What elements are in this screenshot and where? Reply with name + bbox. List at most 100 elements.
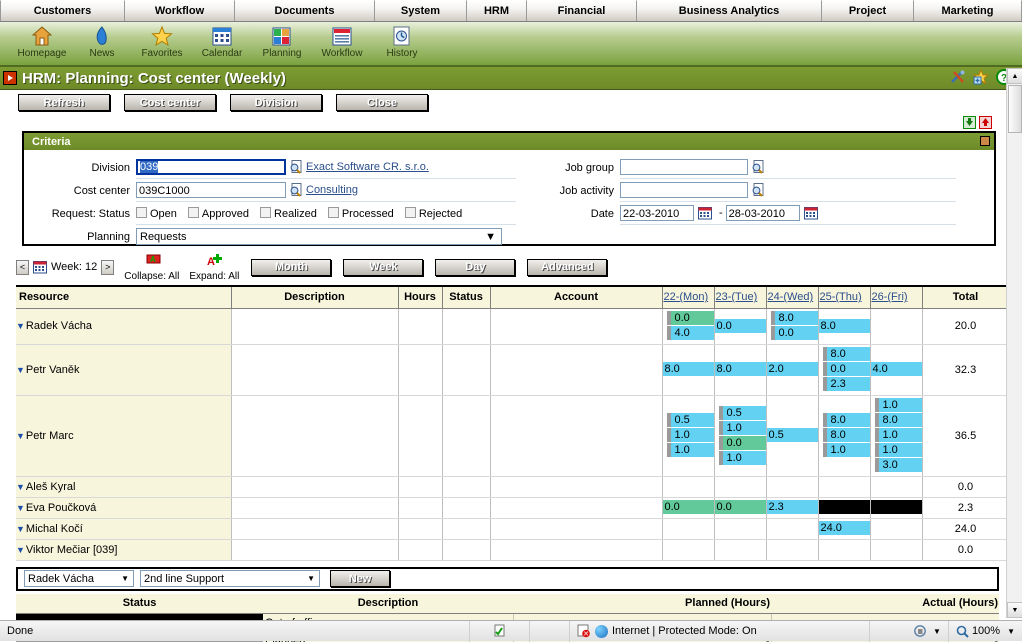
job-activity-lookup-icon[interactable]	[751, 183, 766, 197]
planning-bar[interactable]: 0.0	[663, 500, 714, 514]
expand-triangle-icon[interactable]: ▼	[16, 524, 25, 534]
shortcut-history[interactable]: History	[372, 24, 432, 59]
privacy-icon-cell[interactable]: ▼	[907, 621, 949, 642]
day-cell[interactable]: 8.0	[662, 344, 714, 395]
shortcut-workflow[interactable]: Workflow	[312, 24, 372, 59]
expand-triangle-icon[interactable]: ▼	[16, 431, 25, 441]
day-cell[interactable]	[662, 518, 714, 539]
prev-week-button[interactable]: <	[16, 260, 29, 275]
grid-col-26-fri[interactable]: 26-(Fri)	[870, 286, 922, 308]
cost-center-button[interactable]: Cost center	[124, 94, 216, 111]
collapse-all-button[interactable]: A Collapse: All	[124, 253, 179, 282]
day-cell[interactable]	[818, 476, 870, 497]
day-cell[interactable]: 0.0	[662, 497, 714, 518]
planning-bar[interactable]: 4.0	[871, 362, 922, 376]
shortcut-favorites[interactable]: Favorites	[132, 24, 192, 59]
export-up-icon[interactable]	[979, 116, 992, 129]
planning-bar[interactable]: 0.0	[719, 436, 766, 450]
export-down-icon[interactable]	[963, 116, 976, 129]
planning-bar[interactable]: 0.0	[715, 500, 766, 514]
activity-select[interactable]: 2nd line Support ▼	[140, 570, 320, 587]
day-cell[interactable]	[870, 308, 922, 344]
planning-select[interactable]: Requests ▼	[136, 228, 502, 245]
scroll-down-button[interactable]: ▼	[1007, 602, 1022, 618]
day-cell[interactable]	[662, 476, 714, 497]
status-checkbox-rejected[interactable]: Rejected	[405, 207, 462, 220]
day-cell[interactable]	[870, 476, 922, 497]
grid-col-24-wed[interactable]: 24-(Wed)	[766, 286, 818, 308]
checkbox-icon[interactable]	[188, 207, 199, 218]
tools-icon[interactable]	[950, 69, 966, 88]
day-cell[interactable]: 0.51.01.0	[662, 395, 714, 476]
planning-bar[interactable]: 8.0	[823, 413, 870, 427]
date-from-calendar-icon[interactable]	[698, 206, 712, 220]
menu-tab-hrm[interactable]: HRM	[467, 0, 527, 21]
expand-triangle-icon[interactable]: ▼	[16, 503, 25, 513]
shortcut-calendar[interactable]: Calendar	[192, 24, 252, 59]
planning-bar[interactable]: 0.0	[715, 319, 766, 333]
grid-col-22-mon[interactable]: 22-(Mon)	[662, 286, 714, 308]
planning-bar[interactable]: 1.0	[875, 443, 922, 457]
day-cell[interactable]	[766, 476, 818, 497]
day-cell[interactable]	[714, 476, 766, 497]
scrollbar-thumb[interactable]	[1008, 85, 1022, 133]
day-cell[interactable]: 0.0	[714, 497, 766, 518]
view-week-button[interactable]: Week	[343, 259, 423, 276]
menu-tab-project[interactable]: Project	[822, 0, 914, 21]
day-cell[interactable]	[818, 497, 870, 518]
cost-center-input[interactable]: 039C1000	[136, 182, 286, 198]
menu-tab-business-analytics[interactable]: Business Analytics	[637, 0, 822, 21]
expand-triangle-icon[interactable]: ▼	[16, 482, 25, 492]
refresh-button[interactable]: Refresh	[18, 94, 110, 111]
view-month-button[interactable]: Month	[251, 259, 331, 276]
day-cell[interactable]: 8.00.02.3	[818, 344, 870, 395]
security-zone-cell[interactable]: ✕ Internet | Protected Mode: On	[570, 621, 870, 642]
shortcut-homepage[interactable]: Homepage	[12, 24, 72, 59]
next-week-button[interactable]: >	[101, 260, 114, 275]
day-cell[interactable]	[870, 518, 922, 539]
shortcut-planning[interactable]: Planning	[252, 24, 312, 59]
scroll-up-button[interactable]: ▲	[1007, 68, 1022, 84]
day-cell[interactable]	[870, 539, 922, 560]
menu-tab-system[interactable]: System	[375, 0, 467, 21]
menu-tab-customers[interactable]: Customers	[0, 0, 125, 21]
status-checkbox-approved[interactable]: Approved	[188, 207, 249, 220]
job-activity-input[interactable]	[620, 182, 748, 198]
day-cell[interactable]: 2.0	[766, 344, 818, 395]
shortcut-news[interactable]: News	[72, 24, 132, 59]
resource-cell[interactable]: ▼Radek Vácha	[16, 308, 231, 344]
day-cell[interactable]	[714, 518, 766, 539]
planning-bar[interactable]: 8.0	[823, 347, 870, 361]
view-advanced-button[interactable]: Advanced	[527, 259, 607, 276]
resource-cell[interactable]: ▼Petr Marc	[16, 395, 231, 476]
planning-bar[interactable]	[819, 500, 870, 514]
planning-bar[interactable]: 3.0	[875, 458, 922, 472]
status-checkbox-realized[interactable]: Realized	[260, 207, 317, 220]
status-checkbox-processed[interactable]: Processed	[328, 207, 394, 220]
menu-tab-marketing[interactable]: Marketing	[914, 0, 1022, 21]
planning-bar[interactable]: 0.5	[719, 406, 766, 420]
planning-bar[interactable]: 1.0	[667, 443, 714, 457]
planning-bar[interactable]: 1.0	[719, 451, 766, 465]
planning-bar[interactable]: 8.0	[715, 362, 766, 376]
menu-tab-documents[interactable]: Documents	[235, 0, 375, 21]
checkbox-icon[interactable]	[405, 207, 416, 218]
day-cell[interactable]	[818, 539, 870, 560]
day-cell[interactable]: 0.51.00.01.0	[714, 395, 766, 476]
checkbox-icon[interactable]	[136, 207, 147, 218]
resource-cell[interactable]: ▼Michal Kočí	[16, 518, 231, 539]
planning-bar[interactable]: 1.0	[875, 398, 922, 412]
new-button[interactable]: New	[330, 570, 390, 587]
planning-bar[interactable]: 4.0	[667, 326, 714, 340]
day-cell[interactable]: 8.00.0	[766, 308, 818, 344]
day-cell[interactable]	[662, 539, 714, 560]
day-cell[interactable]	[870, 497, 922, 518]
menu-tab-workflow[interactable]: Workflow	[125, 0, 235, 21]
day-cell[interactable]: 2.3	[766, 497, 818, 518]
division-link[interactable]: Exact Software CR. s.r.o.	[306, 161, 429, 173]
cost-center-link[interactable]: Consulting	[306, 184, 358, 196]
vertical-scrollbar[interactable]: ▲ ▼	[1006, 68, 1022, 618]
day-cell[interactable]	[766, 518, 818, 539]
planning-bar[interactable]: 8.0	[875, 413, 922, 427]
planning-bar[interactable]: 0.0	[771, 326, 818, 340]
